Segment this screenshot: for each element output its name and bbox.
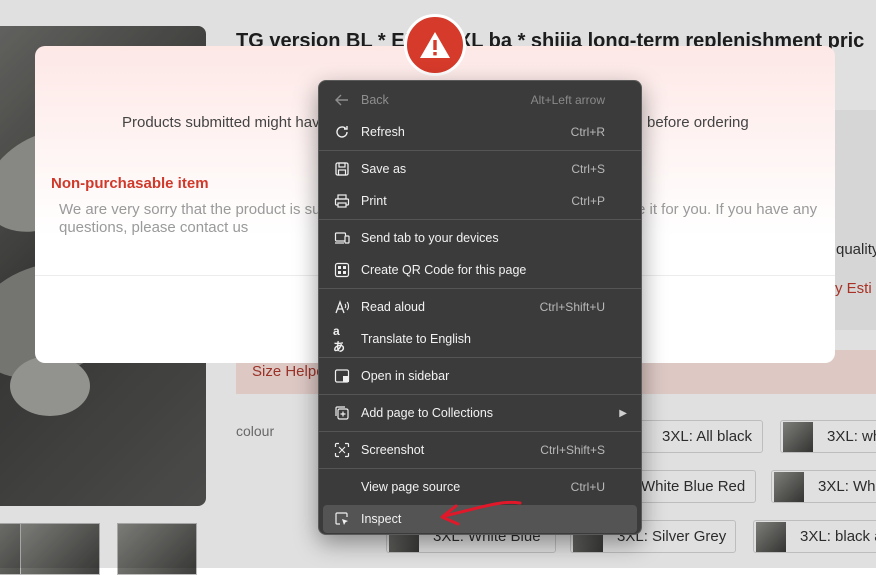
menu-item-qr-code[interactable]: Create QR Code for this page xyxy=(323,256,637,284)
menu-item-add-to-collections[interactable]: Add page to Collections ▶ xyxy=(323,399,637,427)
menu-item-open-in-sidebar[interactable]: Open in sidebar xyxy=(323,362,637,390)
menu-separator xyxy=(319,219,641,220)
dialog-body-left: We are very sorry that the product is su… xyxy=(59,201,328,218)
menu-item-label: View page source xyxy=(361,480,461,494)
menu-item-shortcut: Ctrl+Shift+U xyxy=(539,300,605,314)
warning-icon xyxy=(404,14,466,76)
menu-item-label: Save as xyxy=(361,162,407,176)
read-aloud-icon xyxy=(333,298,351,316)
menu-item-shortcut: Ctrl+Shift+S xyxy=(540,443,605,457)
menu-separator xyxy=(319,288,641,289)
menu-item-label: Open in sidebar xyxy=(361,369,450,383)
menu-separator xyxy=(319,468,641,469)
menu-item-label: Send tab to your devices xyxy=(361,231,499,245)
menu-item-read-aloud[interactable]: Read aloud Ctrl+Shift+U xyxy=(323,293,637,321)
menu-item-label: Read aloud xyxy=(361,300,425,314)
devices-icon xyxy=(333,229,351,247)
back-arrow-icon xyxy=(333,91,351,109)
menu-separator xyxy=(319,431,641,432)
menu-item-label: Translate to English xyxy=(361,332,472,346)
submenu-arrow-icon: ▶ xyxy=(619,407,627,419)
menu-item-screenshot[interactable]: Screenshot Ctrl+Shift+S xyxy=(323,436,637,464)
menu-item-shortcut: Ctrl+U xyxy=(570,480,605,494)
sidebar-icon xyxy=(333,367,351,385)
menu-item-label: Create QR Code for this page xyxy=(361,263,527,277)
inspect-icon xyxy=(333,510,351,528)
blank-icon xyxy=(333,478,351,496)
browser-context-menu: Back Alt+Left arrow Refresh Ctrl+R Save … xyxy=(318,80,642,535)
menu-item-print[interactable]: Print Ctrl+P xyxy=(323,187,637,215)
menu-item-send-tab[interactable]: Send tab to your devices xyxy=(323,224,637,252)
menu-item-label: Print xyxy=(361,194,387,208)
menu-item-translate[interactable]: aあ Translate to English xyxy=(323,323,637,354)
dialog-message-right: before ordering xyxy=(647,114,749,131)
menu-separator xyxy=(319,394,641,395)
menu-item-label: Add page to Collections xyxy=(361,406,494,420)
dialog-body-right: e it for you. If you have any xyxy=(637,201,818,218)
menu-item-refresh[interactable]: Refresh Ctrl+R xyxy=(323,118,637,146)
menu-item-shortcut: Ctrl+R xyxy=(570,125,605,139)
menu-item-label: Screenshot xyxy=(361,443,425,457)
dialog-heading: Non-purchasable item xyxy=(51,175,209,192)
menu-item-shortcut: Alt+Left arrow xyxy=(530,93,605,107)
menu-item-label: Back xyxy=(361,93,389,107)
menu-item-shortcut: Ctrl+S xyxy=(571,162,605,176)
annotation-arrow-icon xyxy=(440,500,522,526)
dialog-message-left: Products submitted might hav xyxy=(122,114,320,131)
qr-code-icon xyxy=(333,261,351,279)
menu-item-shortcut: Ctrl+P xyxy=(571,194,605,208)
menu-item-save-as[interactable]: Save as Ctrl+S xyxy=(323,155,637,183)
translate-icon: aあ xyxy=(333,323,346,354)
screenshot-icon xyxy=(333,441,351,459)
collections-icon xyxy=(333,404,351,422)
menu-separator xyxy=(319,150,641,151)
menu-item-label: Refresh xyxy=(361,125,405,139)
menu-item-back[interactable]: Back Alt+Left arrow xyxy=(323,86,637,114)
menu-separator xyxy=(319,357,641,358)
save-icon xyxy=(333,160,351,178)
refresh-icon xyxy=(333,123,351,141)
print-icon xyxy=(333,192,351,210)
